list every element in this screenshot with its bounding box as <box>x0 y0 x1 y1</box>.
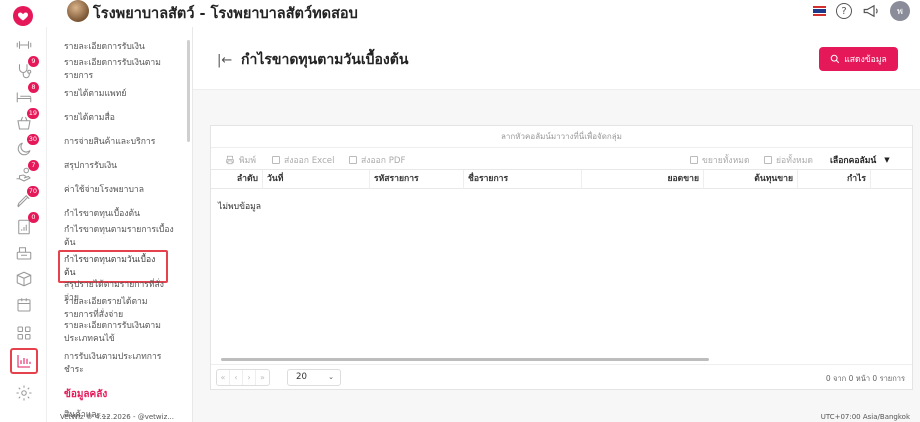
collapse-all-button[interactable]: ย่อทั้งหมด <box>764 153 813 167</box>
horizontal-scrollbar[interactable] <box>221 358 709 361</box>
submenu-item[interactable]: รายละเอียดการรับเงินตามรายการ <box>64 57 176 82</box>
footer-timezone: UTC+07:00 Asia/Bangkok <box>820 413 910 421</box>
first-page-icon[interactable]: « <box>217 370 230 385</box>
reports-chart-icon[interactable] <box>10 348 38 374</box>
box-icon[interactable] <box>14 269 34 289</box>
export-pdf-button[interactable]: ส่งออก PDF <box>349 153 405 167</box>
submenu-section-inventory: ข้อมูลคลัง <box>64 389 108 400</box>
syringe-icon[interactable]: 70 <box>14 186 39 211</box>
footer-copyright: VetWiz © 4.12.2026 - @vetwiz... <box>60 413 174 421</box>
export-excel-label: ส่งออก Excel <box>284 156 335 166</box>
badge-count: 30 <box>26 134 39 145</box>
choose-columns-label: เลือกคอลัมน์ <box>830 156 877 166</box>
bed-icon[interactable]: 8 <box>14 82 39 107</box>
page-size-select[interactable]: 20 ⌄ <box>287 369 341 386</box>
hospital-title: โรงพยาบาลสัตว์ - โรงพยาบาลสัตว์ทดสอบ <box>93 6 358 22</box>
help-icon[interactable]: ? <box>836 3 852 19</box>
chevron-down-icon: ⌄ <box>328 373 334 381</box>
collapse-all-label: ย่อทั้งหมด <box>776 156 813 166</box>
print-button[interactable]: พิมพ์ <box>225 153 256 167</box>
dumbbell-icon[interactable] <box>14 35 34 55</box>
column-header[interactable]: ต้นทุนขาย <box>704 170 798 189</box>
moon-icon[interactable]: 30 <box>14 134 39 159</box>
collapse-icon <box>764 156 772 164</box>
group-panel[interactable]: ลากหัวคอลัมน์มาวางที่นี่เพื่อจัดกลุ่ม <box>211 126 912 148</box>
stethoscope-icon[interactable]: 9 <box>14 56 39 81</box>
shop-basket-icon[interactable]: 19 <box>14 108 39 133</box>
submenu-item[interactable]: กำไรขาดทุนเบื้องต้น <box>64 208 176 221</box>
last-page-icon[interactable]: » <box>256 370 269 385</box>
column-header[interactable]: กำไร <box>798 170 871 189</box>
submenu-item[interactable]: รายละเอียดการรับเงิน <box>64 41 176 54</box>
submenu-item[interactable]: รายละเอียดการรับเงินตามประเภทคนไข้ <box>64 320 176 345</box>
submenu-item[interactable]: สรุปการรับเงิน <box>64 160 176 173</box>
submenu-scrollbar[interactable] <box>187 40 190 142</box>
page-title: กำไรขาดทุนตามวันเบื้องต้น <box>241 52 409 68</box>
badge-count: 7 <box>28 160 39 171</box>
expand-all-button[interactable]: ขยายทั้งหมด <box>690 153 750 167</box>
export-excel-button[interactable]: ส่งออก Excel <box>272 153 334 167</box>
submenu-item[interactable]: รายได้ตามสื่อ <box>64 112 176 125</box>
empty-message: ไม่พบข้อมูล <box>218 202 262 212</box>
badge-count: 70 <box>26 186 39 197</box>
cash-register-icon[interactable] <box>14 243 34 263</box>
submenu-item[interactable]: การรับเงินตามประเภทการชำระ <box>64 351 176 376</box>
badge-count: 8 <box>28 82 39 93</box>
excel-icon <box>272 156 280 164</box>
column-header[interactable]: ยอดขาย <box>582 170 704 189</box>
page-info: 0 จาก 0 หน้า 0 รายการ <box>825 374 905 383</box>
user-avatar[interactable]: พ <box>890 1 910 21</box>
icon-rail: 9 8 19 30 7 70 0 <box>0 27 47 422</box>
expand-all-label: ขยายทั้งหมด <box>702 156 750 166</box>
grid-toolbar: พิมพ์ ส่งออก Excel ส่งออก PDF ขยายทั้งหม… <box>211 148 912 169</box>
submenu-item[interactable]: การจ่ายสินค้าและบริการ <box>64 136 176 149</box>
export-pdf-label: ส่งออก PDF <box>361 156 406 166</box>
print-label: พิมพ์ <box>239 156 256 166</box>
badge-count: 9 <box>28 56 39 67</box>
pager-nav: « ‹ › » <box>216 369 270 386</box>
show-data-label: แสดงข้อมูล <box>844 55 887 65</box>
collapse-menu-icon[interactable]: |← <box>217 53 232 68</box>
megaphone-icon[interactable] <box>862 3 880 19</box>
search-icon <box>830 54 840 64</box>
pdf-icon <box>349 156 357 164</box>
column-header[interactable]: ชื่อรายการ <box>464 170 582 189</box>
column-header[interactable]: วันที่ <box>263 170 370 189</box>
grid-header-row: ลำดับ วันที่ รหัสรายการ ชื่อรายการ ยอดขา… <box>211 169 912 189</box>
thai-flag-icon[interactable] <box>813 6 826 17</box>
report-doc-icon[interactable]: 0 <box>14 212 39 237</box>
choose-columns-button[interactable]: เลือกคอลัมน์ ▼ <box>830 153 890 167</box>
hospital-avatar <box>67 0 89 22</box>
show-data-button[interactable]: แสดงข้อมูล <box>819 47 898 71</box>
data-grid: ลากหัวคอลัมน์มาวางที่นี่เพื่อจัดกลุ่ม พิ… <box>210 125 913 390</box>
reports-submenu: รายละเอียดการรับเงิน รายละเอียดการรับเงิ… <box>47 27 193 422</box>
submenu-item[interactable]: ค่าใช้จ่ายโรงพยาบาล <box>64 184 176 197</box>
settings-gear-icon[interactable] <box>14 383 34 403</box>
pager: « ‹ › » 20 ⌄ 0 จาก 0 หน้า 0 รายการ <box>211 364 912 390</box>
submenu-item[interactable]: กำไรขาดทุนตามรายการเบื้องต้น <box>64 224 176 249</box>
page-size-value: 20 <box>296 372 307 382</box>
page-header: |← กำไรขาดทุนตามวันเบื้องต้น แสดงข้อมูล <box>193 27 920 90</box>
top-right-actions: ? พ <box>813 1 910 21</box>
main-content: |← กำไรขาดทุนตามวันเบื้องต้น แสดงข้อมูล … <box>193 27 920 422</box>
badge-count: 19 <box>26 108 39 119</box>
prev-page-icon[interactable]: ‹ <box>230 370 243 385</box>
app-logo-heart-icon[interactable] <box>13 6 33 26</box>
calendar-icon[interactable] <box>14 295 34 315</box>
next-page-icon[interactable]: › <box>243 370 256 385</box>
chevron-down-icon: ▼ <box>884 156 890 164</box>
badge-count: 0 <box>28 212 39 223</box>
column-header[interactable]: ลำดับ <box>211 170 263 189</box>
submenu-item[interactable]: รายละเอียดรายได้ตามรายการที่สั่งจ่าย <box>64 296 176 321</box>
expand-icon <box>690 156 698 164</box>
printer-icon <box>226 155 234 165</box>
column-header[interactable]: รหัสรายการ <box>370 170 464 189</box>
submenu-item[interactable]: รายได้ตามแพทย์ <box>64 88 176 101</box>
apps-grid-icon[interactable] <box>14 323 34 343</box>
hand-pay-icon[interactable]: 7 <box>14 160 39 185</box>
top-bar: โรงพยาบาลสัตว์ - โรงพยาบาลสัตว์ทดสอบ ? พ <box>0 0 920 27</box>
